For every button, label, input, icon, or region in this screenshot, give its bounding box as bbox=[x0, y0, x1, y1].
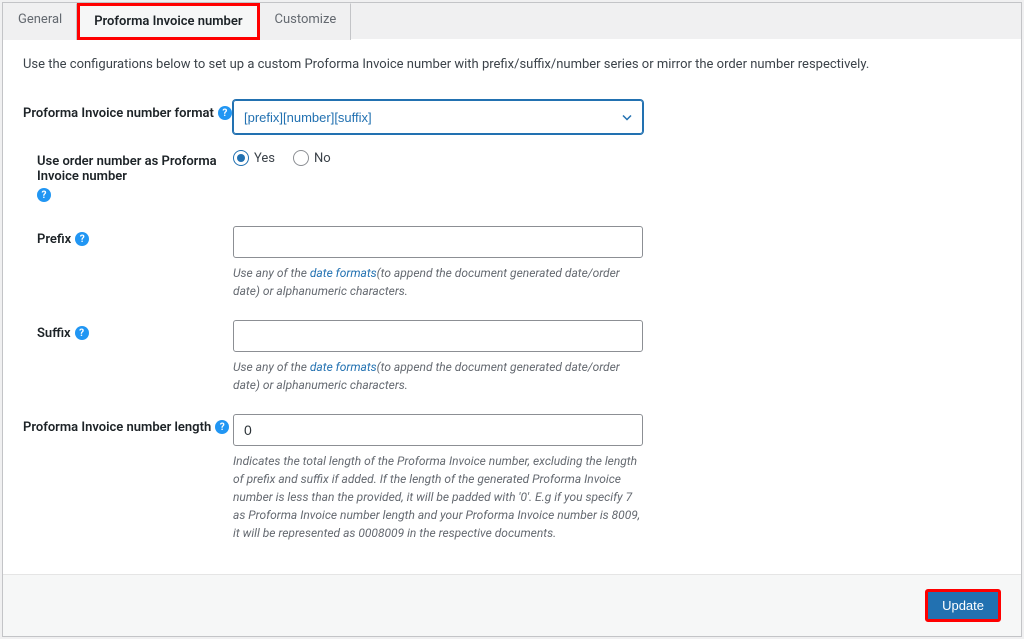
intro-text: Use the configurations below to set up a… bbox=[23, 57, 1001, 72]
label-suffix: Suffix ? bbox=[23, 320, 233, 341]
radio-no[interactable]: No bbox=[293, 150, 331, 166]
length-input[interactable] bbox=[233, 414, 643, 446]
date-formats-link[interactable]: date formats bbox=[310, 360, 377, 374]
footer: Update bbox=[3, 574, 1021, 636]
row-prefix: Prefix ? Use any of the date formats(to … bbox=[23, 226, 1001, 300]
radio-label: Yes bbox=[254, 151, 275, 166]
format-select[interactable]: [prefix][number][suffix] bbox=[234, 101, 642, 133]
label-prefix: Prefix ? bbox=[23, 226, 233, 247]
format-select-wrapper: [prefix][number][suffix] bbox=[233, 100, 643, 134]
label-text: Use order number as Proforma Invoice num… bbox=[37, 154, 233, 184]
help-icon[interactable]: ? bbox=[215, 420, 229, 434]
tabs: General Proforma Invoice number Customiz… bbox=[3, 3, 1021, 39]
row-suffix: Suffix ? Use any of the date formats(to … bbox=[23, 320, 1001, 394]
tab-content: Use the configurations below to set up a… bbox=[3, 39, 1021, 574]
settings-panel: General Proforma Invoice number Customiz… bbox=[2, 2, 1022, 637]
prefix-hint: Use any of the date formats(to append th… bbox=[233, 264, 643, 300]
label-number-length: Proforma Invoice number length ? bbox=[23, 414, 233, 435]
help-icon[interactable]: ? bbox=[37, 188, 51, 202]
tab-proforma-invoice-number[interactable]: Proforma Invoice number bbox=[77, 3, 259, 40]
row-use-order-number: Use order number as Proforma Invoice num… bbox=[23, 148, 1001, 202]
help-icon[interactable]: ? bbox=[75, 326, 89, 340]
help-icon[interactable]: ? bbox=[218, 106, 232, 120]
radio-yes[interactable]: Yes bbox=[233, 150, 275, 166]
radio-group-use-order: Yes No bbox=[233, 148, 643, 166]
label-use-order-number: Use order number as Proforma Invoice num… bbox=[23, 148, 233, 202]
label-text: Prefix bbox=[37, 232, 71, 247]
radio-input bbox=[293, 150, 309, 166]
update-button[interactable]: Update bbox=[925, 589, 1001, 622]
label-text: Suffix bbox=[37, 326, 71, 341]
radio-input bbox=[233, 150, 249, 166]
length-hint: Indicates the total length of the Profor… bbox=[233, 452, 643, 542]
tab-general[interactable]: General bbox=[3, 3, 77, 40]
label-text: Proforma Invoice number format bbox=[23, 106, 214, 121]
suffix-hint: Use any of the date formats(to append th… bbox=[233, 358, 643, 394]
label-number-format: Proforma Invoice number format ? bbox=[23, 100, 233, 121]
control-number-format: [prefix][number][suffix] bbox=[233, 100, 643, 134]
row-number-length: Proforma Invoice number length ? Indicat… bbox=[23, 414, 1001, 542]
prefix-input[interactable] bbox=[233, 226, 643, 258]
row-number-format: Proforma Invoice number format ? [prefix… bbox=[23, 100, 1001, 134]
label-text: Proforma Invoice number length bbox=[23, 420, 211, 435]
help-icon[interactable]: ? bbox=[75, 232, 89, 246]
tab-customize[interactable]: Customize bbox=[260, 3, 352, 40]
suffix-input[interactable] bbox=[233, 320, 643, 352]
radio-label: No bbox=[314, 151, 331, 166]
date-formats-link[interactable]: date formats bbox=[310, 266, 377, 280]
